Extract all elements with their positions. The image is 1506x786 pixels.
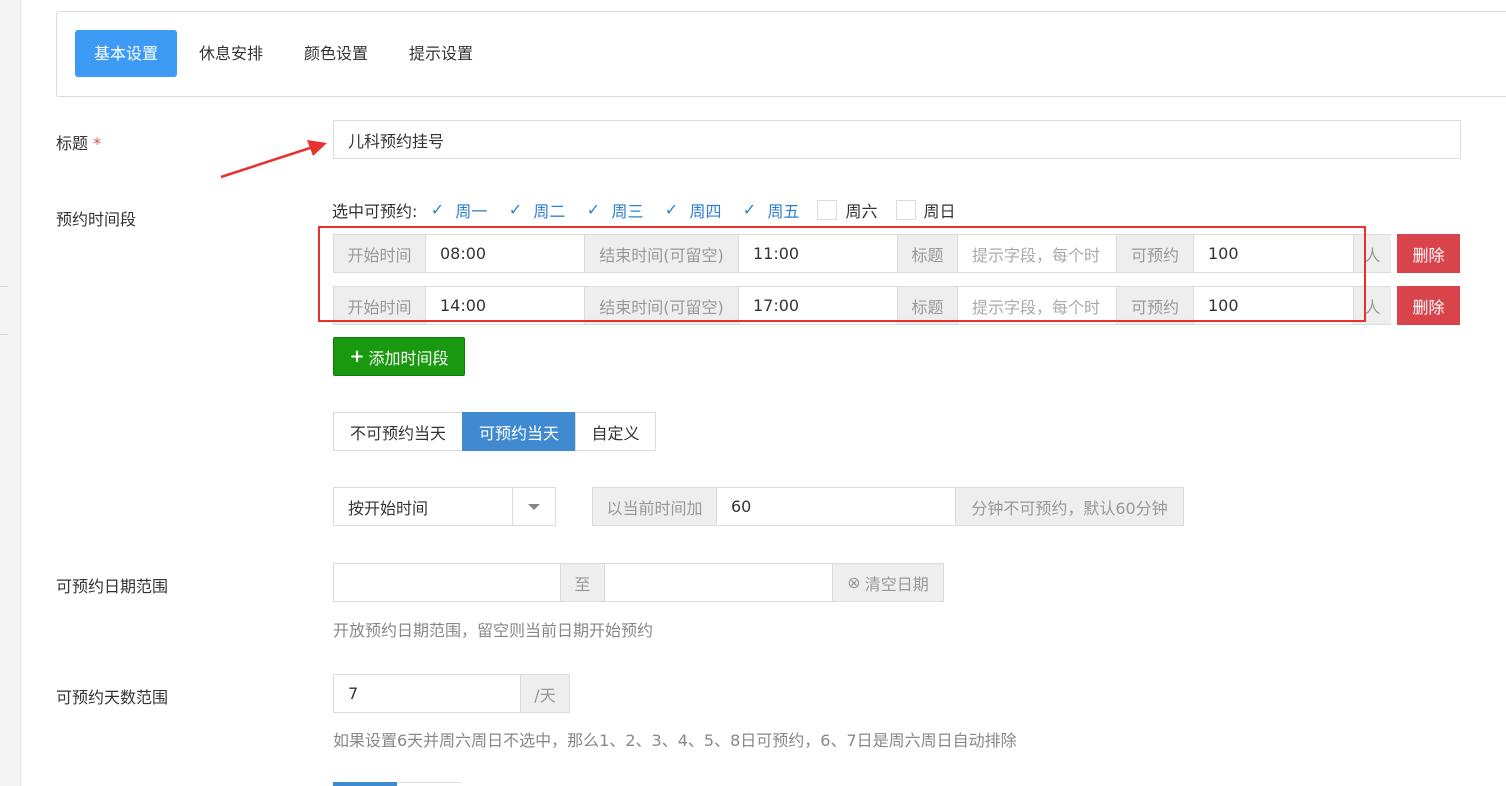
- start-time-input[interactable]: 14:00: [425, 286, 585, 325]
- day-range-group: 7 /天: [333, 674, 570, 713]
- checkbox-unchecked-icon: [895, 200, 916, 220]
- end-time-input[interactable]: 11:00: [738, 234, 898, 273]
- tab-rest-schedule[interactable]: 休息安排: [187, 30, 275, 77]
- checkbox-checked-icon: ✓: [427, 200, 448, 220]
- day-range-input[interactable]: 7: [333, 674, 521, 713]
- checkbox-checked-icon: ✓: [739, 200, 760, 220]
- tab-color-settings[interactable]: 颜色设置: [292, 30, 380, 77]
- delete-slot-button[interactable]: 删除: [1397, 286, 1460, 325]
- checkbox-label: 周三: [611, 202, 644, 221]
- checkbox-label: 周五: [767, 202, 800, 221]
- rail-divider: [0, 286, 8, 287]
- title-label-text: 标题: [56, 134, 89, 153]
- title-input[interactable]: 儿科预约挂号: [333, 120, 1461, 159]
- slot-title-addon: 标题: [897, 286, 958, 325]
- date-range-hint: 开放预约日期范围，留空则当前日期开始预约: [333, 621, 654, 640]
- start-time-addon: 开始时间: [333, 286, 426, 325]
- checkbox-label: 周日: [923, 202, 956, 221]
- weekday-checkbox-group: 选中可预约: ✓ 周一 ✓ 周二 ✓ 周三 ✓ 周四 ✓ 周五 周六 周日: [332, 196, 974, 224]
- tab-tip-settings[interactable]: 提示设置: [397, 30, 485, 77]
- option-custom[interactable]: 自定义: [575, 412, 656, 451]
- checkbox-label: 周六: [845, 202, 878, 221]
- offset-prefix-addon: 以当前时间加: [592, 487, 717, 526]
- clear-date-button[interactable]: ⊗ 清空日期: [832, 563, 944, 602]
- partial-toggle-button[interactable]: [397, 782, 461, 786]
- chevron-down-icon: [512, 488, 555, 525]
- date-start-input[interactable]: [333, 563, 561, 602]
- time-slot-label: 预约时间段: [56, 210, 137, 229]
- capacity-input[interactable]: 100: [1193, 234, 1354, 273]
- start-mode-select[interactable]: 按开始时间: [333, 487, 556, 526]
- day-range-hint: 如果设置6天并周六周日不选中，那么1、2、3、4、5、8日可预约，6、7日是周六…: [333, 731, 1017, 750]
- slot-title-input[interactable]: 提示字段，每个时: [957, 234, 1117, 273]
- capacity-addon: 可预约: [1116, 234, 1194, 273]
- time-slot-row: 开始时间 14:00 结束时间(可留空) 17:00 标题 提示字段，每个时 可…: [333, 286, 1391, 325]
- day-range-label: 可预约天数范围: [56, 688, 169, 707]
- slot-title-addon: 标题: [897, 234, 958, 273]
- checkbox-tuesday[interactable]: ✓ 周二: [505, 198, 565, 222]
- checkbox-sunday[interactable]: 周日: [895, 198, 956, 222]
- checkbox-checked-icon: ✓: [661, 200, 682, 220]
- tab-basic-settings[interactable]: 基本设置: [75, 30, 177, 77]
- checkbox-wednesday[interactable]: ✓ 周三: [583, 198, 643, 222]
- left-rail: [0, 0, 21, 786]
- end-time-addon: 结束时间(可留空): [584, 234, 739, 273]
- checkbox-friday[interactable]: ✓ 周五: [739, 198, 799, 222]
- tab-bar: 基本设置 休息安排 颜色设置 提示设置: [56, 11, 1506, 97]
- offset-input-group: 以当前时间加 60 分钟不可预约，默认60分钟: [592, 487, 1184, 526]
- date-end-input[interactable]: [604, 563, 833, 602]
- delete-slot-button[interactable]: 删除: [1397, 234, 1460, 273]
- plus-icon: +: [349, 346, 365, 367]
- start-mode-value: 按开始时间: [348, 498, 429, 518]
- time-slot-row: 开始时间 08:00 结束时间(可留空) 11:00 标题 提示字段，每个时 可…: [333, 234, 1391, 273]
- checkbox-unchecked-icon: [817, 200, 838, 220]
- person-unit: 人: [1353, 234, 1391, 273]
- rail-divider: [0, 334, 8, 335]
- checkbox-label: 周四: [689, 202, 722, 221]
- required-mark: *: [93, 134, 102, 153]
- start-time-input[interactable]: 08:00: [425, 234, 585, 273]
- date-range-group: 至 ⊗ 清空日期: [333, 563, 944, 602]
- checkbox-label: 周二: [533, 202, 566, 221]
- option-same-day[interactable]: 可预约当天: [462, 412, 576, 451]
- same-day-toggle-group: 不可预约当天 可预约当天 自定义: [333, 412, 656, 451]
- add-time-slot-button[interactable]: + 添加时间段: [333, 337, 465, 376]
- checkbox-saturday[interactable]: 周六: [817, 198, 878, 222]
- capacity-addon: 可预约: [1116, 286, 1194, 325]
- option-no-same-day[interactable]: 不可预约当天: [333, 412, 463, 451]
- offset-suffix-addon: 分钟不可预约，默认60分钟: [955, 487, 1184, 526]
- offset-minutes-input[interactable]: 60: [716, 487, 956, 526]
- start-time-addon: 开始时间: [333, 234, 426, 273]
- clear-date-label: 清空日期: [864, 574, 929, 594]
- checkbox-checked-icon: ✓: [505, 200, 526, 220]
- clear-circle-icon: ⊗: [847, 573, 861, 592]
- add-time-slot-label: 添加时间段: [368, 348, 449, 368]
- capacity-input[interactable]: 100: [1193, 286, 1354, 325]
- end-time-addon: 结束时间(可留空): [584, 286, 739, 325]
- day-unit-addon: /天: [520, 674, 570, 713]
- checkbox-monday[interactable]: ✓ 周一: [427, 198, 487, 222]
- slot-title-input[interactable]: 提示字段，每个时: [957, 286, 1117, 325]
- weekday-caption: 选中可预约:: [332, 202, 418, 221]
- checkbox-label: 周一: [455, 202, 488, 221]
- date-range-label: 可预约日期范围: [56, 577, 169, 596]
- partial-toggle-button[interactable]: [333, 782, 397, 786]
- checkbox-checked-icon: ✓: [583, 200, 604, 220]
- date-separator: 至: [560, 563, 605, 602]
- end-time-input[interactable]: 17:00: [738, 286, 898, 325]
- checkbox-thursday[interactable]: ✓ 周四: [661, 198, 721, 222]
- title-label: 标题 *: [56, 130, 101, 154]
- annotation-arrow-icon: [220, 140, 327, 179]
- person-unit: 人: [1353, 286, 1391, 325]
